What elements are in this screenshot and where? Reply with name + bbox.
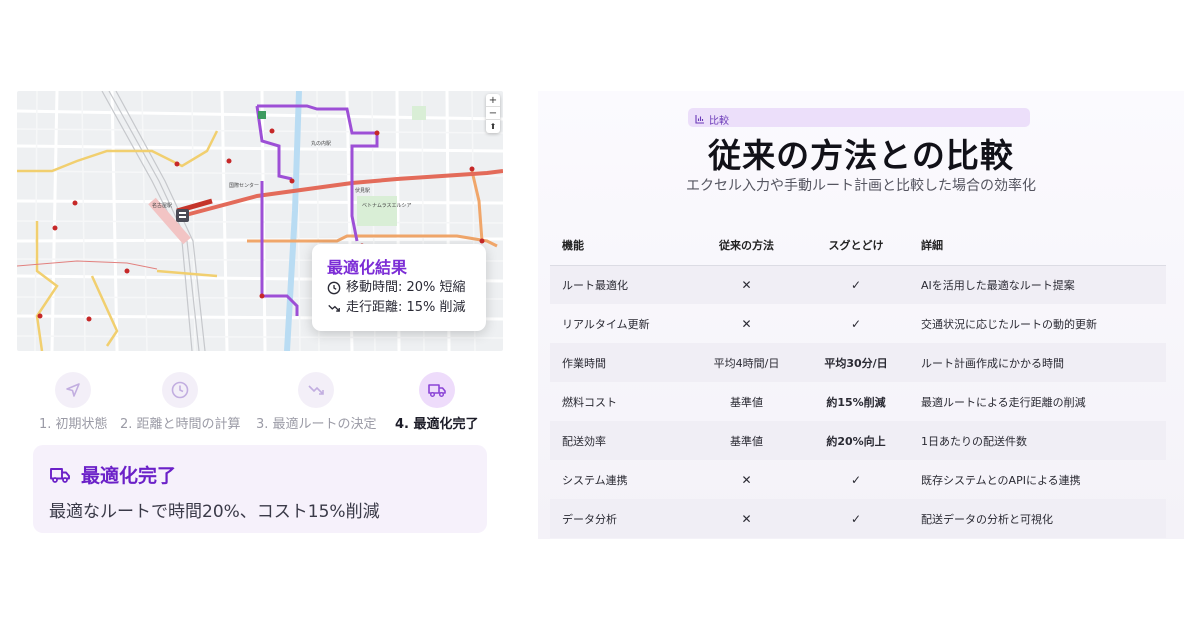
cross-icon: ✕	[686, 499, 807, 538]
map-label-station5: ベトナムラスエルシア	[362, 203, 412, 209]
cross-icon: ✕	[686, 265, 807, 304]
sugu-cell: 約15%削減	[826, 395, 886, 409]
detail-cell: ルート計画作成にかかる時間	[905, 343, 1166, 382]
feature-cell: 配送効率	[550, 421, 686, 460]
clock-icon	[327, 281, 341, 295]
bar-chart-icon	[695, 115, 704, 124]
detail-cell: AIを活用した最適なルート提案	[905, 265, 1166, 304]
step-icon-circle	[162, 372, 199, 408]
traditional-cell: 基準値	[686, 421, 807, 460]
progress-steps: 1. 初期状態 2. 距離と時間の計算 3. 最適ルートの決定 4. 最適化完了	[33, 372, 493, 432]
zoom-in-button[interactable]: +	[486, 94, 500, 107]
section-badge: 比較	[688, 108, 1030, 127]
traditional-cell: 平均4時間/日	[686, 343, 807, 382]
table-row: 燃料コスト 基準値 約15%削減 最適ルートによる走行距離の削減	[550, 382, 1166, 421]
step-label: 2. 距離と時間の計算	[120, 417, 241, 432]
result-time-row: 移動時間: 20% 短縮	[327, 278, 486, 298]
check-icon: ✓	[807, 265, 905, 304]
zoom-out-button[interactable]: −	[486, 107, 500, 120]
table-row: データ分析 ✕ ✓ 配送データの分析と可視化	[550, 499, 1166, 538]
comparison-subtitle: エクセル入力や手動ルート計画と比較した場合の効率化	[686, 178, 1036, 194]
step-determine[interactable]: 3. 最適ルートの決定	[256, 372, 377, 432]
header-detail: 詳細	[905, 226, 1166, 266]
feature-cell: ルート最適化	[550, 265, 686, 304]
table-row: システム連携 ✕ ✓ 既存システムとのAPIによる連携	[550, 460, 1166, 499]
step-complete[interactable]: 4. 最適化完了	[395, 372, 479, 432]
completion-header: 最適化完了	[49, 461, 487, 488]
table-row: 配送効率 基準値 約20%向上 1日あたりの配送件数	[550, 421, 1166, 460]
step-label: 3. 最適ルートの決定	[256, 417, 377, 432]
sugu-cell: 約20%向上	[807, 421, 905, 460]
feature-cell: リアルタイム更新	[562, 317, 650, 331]
trending-down-icon	[328, 304, 340, 312]
detail-cell: 1日あたりの配送件数	[905, 421, 1166, 460]
sugu-cell: 平均30分/日	[807, 343, 905, 382]
comparison-title: 従来の方法との比較	[708, 136, 1014, 175]
result-time-text: 移動時間: 20% 短縮	[346, 280, 466, 295]
optimization-result-card: 最適化結果 移動時間: 20% 短縮 走行距離: 15% 削減	[312, 244, 486, 331]
cross-icon: ✕	[741, 316, 752, 331]
map-label-station3: 国際センター	[229, 183, 260, 189]
navigation-arrow-icon	[66, 383, 81, 397]
detail-cell: 交通状況に応じたルートの動的更新	[921, 317, 1097, 331]
map-zoom-control: + − ⬆	[486, 94, 500, 133]
detail-cell: 最適ルートによる走行距離の削減	[921, 395, 1086, 409]
feature-cell: 作業時間	[550, 343, 686, 382]
clock-icon	[171, 381, 189, 399]
result-distance-row: 走行距離: 15% 削減	[327, 298, 486, 318]
feature-cell: 燃料コスト	[562, 395, 617, 409]
completion-title: 最適化完了	[81, 465, 177, 487]
compass-button[interactable]: ⬆	[486, 120, 500, 133]
detail-cell: 配送データの分析と可視化	[905, 499, 1166, 538]
map-label-station1: 丸の内駅	[311, 141, 332, 147]
result-distance-text: 走行距離: 15% 削減	[346, 300, 466, 315]
feature-cell: データ分析	[550, 499, 686, 538]
header-feature: 機能	[550, 226, 686, 266]
traditional-cell: 基準値	[730, 395, 763, 409]
check-icon: ✓	[850, 472, 862, 487]
table-header-row: 機能 従来の方法 スグとどけ 詳細	[550, 226, 1166, 266]
step-icon-circle	[418, 372, 455, 408]
step-icon-circle	[298, 372, 335, 408]
completion-description: 最適なルートで時間20%、コスト15%削減	[49, 502, 380, 522]
trending-down-icon	[308, 385, 325, 395]
comparison-section: 比較 従来の方法との比較 エクセル入力や手動ルート計画と比較した場合の効率化 機…	[538, 91, 1184, 539]
step-initial[interactable]: 1. 初期状態	[39, 372, 108, 432]
cross-icon: ✕	[741, 472, 752, 487]
truck-icon	[50, 467, 70, 483]
feature-cell: システム連携	[562, 473, 628, 487]
step-icon-circle	[55, 372, 92, 408]
truck-icon	[427, 384, 446, 397]
detail-cell: 既存システムとのAPIによる連携	[921, 473, 1081, 487]
comparison-table: 機能 従来の方法 スグとどけ 詳細 ルート最適化 ✕ ✓ AIを活用した最適なル…	[550, 226, 1166, 538]
header-sugu: スグとどけ	[807, 226, 905, 266]
step-label: 1. 初期状態	[39, 417, 108, 432]
table-row: 作業時間 平均4時間/日 平均30分/日 ルート計画作成にかかる時間	[550, 343, 1166, 382]
check-icon: ✓	[807, 499, 905, 538]
table-row: リアルタイム更新 ✕ ✓ 交通状況に応じたルートの動的更新	[550, 304, 1166, 343]
map-label-station4: 伏見駅	[355, 188, 371, 194]
result-title: 最適化結果	[327, 258, 408, 277]
table-row: ルート最適化 ✕ ✓ AIを活用した最適なルート提案	[550, 265, 1166, 304]
completion-card: 最適化完了 最適なルートで時間20%、コスト15%削減	[33, 445, 487, 533]
check-icon: ✓	[850, 316, 862, 331]
header-traditional: 従来の方法	[686, 226, 807, 266]
map-label-station2: 名古屋駅	[152, 203, 173, 209]
step-calculate[interactable]: 2. 距離と時間の計算	[120, 372, 241, 432]
step-label: 4. 最適化完了	[395, 417, 479, 432]
badge-label: 比較	[709, 115, 729, 127]
